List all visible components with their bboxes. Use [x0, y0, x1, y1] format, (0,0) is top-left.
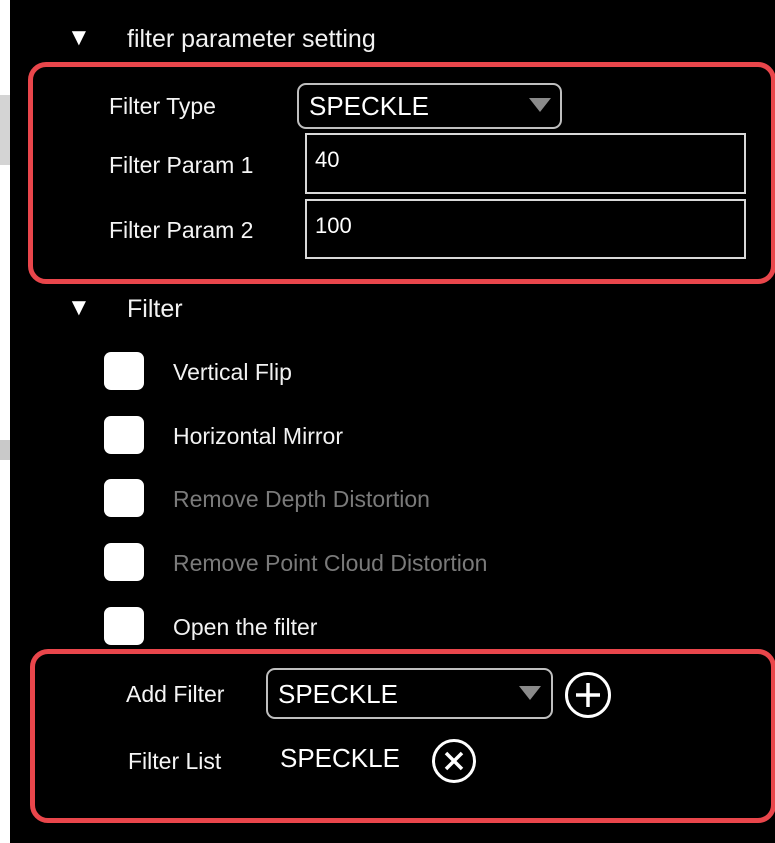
filter-type-value: SPECKLE [309, 91, 429, 121]
filter-section-header[interactable]: ▼ Filter [67, 292, 267, 326]
remove-filter-button[interactable] [432, 739, 476, 783]
filter-list-item: SPECKLE [280, 743, 400, 773]
open-filter-label: Open the filter [173, 614, 318, 640]
x-circle-icon [444, 751, 464, 771]
filter-list-label: Filter List [128, 748, 222, 774]
filter-param-1-input[interactable]: 40 [305, 133, 746, 194]
horizontal-mirror-label: Horizontal Mirror [173, 423, 343, 449]
params-section-title: filter parameter setting [127, 25, 376, 53]
window-edge [0, 0, 10, 843]
window-edge-shade [0, 440, 10, 460]
vertical-flip-label: Vertical Flip [173, 359, 292, 385]
filter-type-label: Filter Type [109, 93, 216, 119]
triangle-down-icon: ▼ [67, 24, 91, 51]
settings-panel: ▼ filter parameter setting Filter Type S… [10, 0, 775, 843]
remove-point-cloud-distortion-label: Remove Point Cloud Distortion [173, 550, 488, 576]
filter-param-1-label: Filter Param 1 [109, 152, 254, 178]
remove-point-cloud-distortion-checkbox[interactable] [104, 543, 144, 581]
open-filter-checkbox[interactable] [104, 607, 144, 645]
add-filter-dropdown[interactable]: SPECKLE [266, 668, 553, 719]
params-section-header[interactable]: ▼ filter parameter setting [67, 22, 487, 56]
filter-section-title: Filter [127, 295, 183, 323]
plus-circle-icon [576, 683, 600, 707]
horizontal-mirror-checkbox[interactable] [104, 416, 144, 454]
triangle-down-icon: ▼ [67, 294, 91, 321]
filter-param-1-value: 40 [315, 147, 340, 172]
dropdown-arrow-icon [519, 686, 541, 700]
filter-param-2-label: Filter Param 2 [109, 217, 254, 243]
filter-param-2-input[interactable]: 100 [305, 199, 746, 259]
add-filter-value: SPECKLE [278, 679, 398, 709]
vertical-flip-checkbox[interactable] [104, 352, 144, 390]
remove-depth-distortion-label: Remove Depth Distortion [173, 486, 430, 512]
filter-param-2-value: 100 [315, 213, 352, 238]
remove-depth-distortion-checkbox[interactable] [104, 479, 144, 517]
filter-type-dropdown[interactable]: SPECKLE [297, 83, 562, 129]
add-filter-label: Add Filter [126, 681, 225, 707]
dropdown-arrow-icon [529, 98, 551, 112]
add-filter-button[interactable] [565, 672, 611, 718]
window-edge-shade [0, 95, 10, 165]
